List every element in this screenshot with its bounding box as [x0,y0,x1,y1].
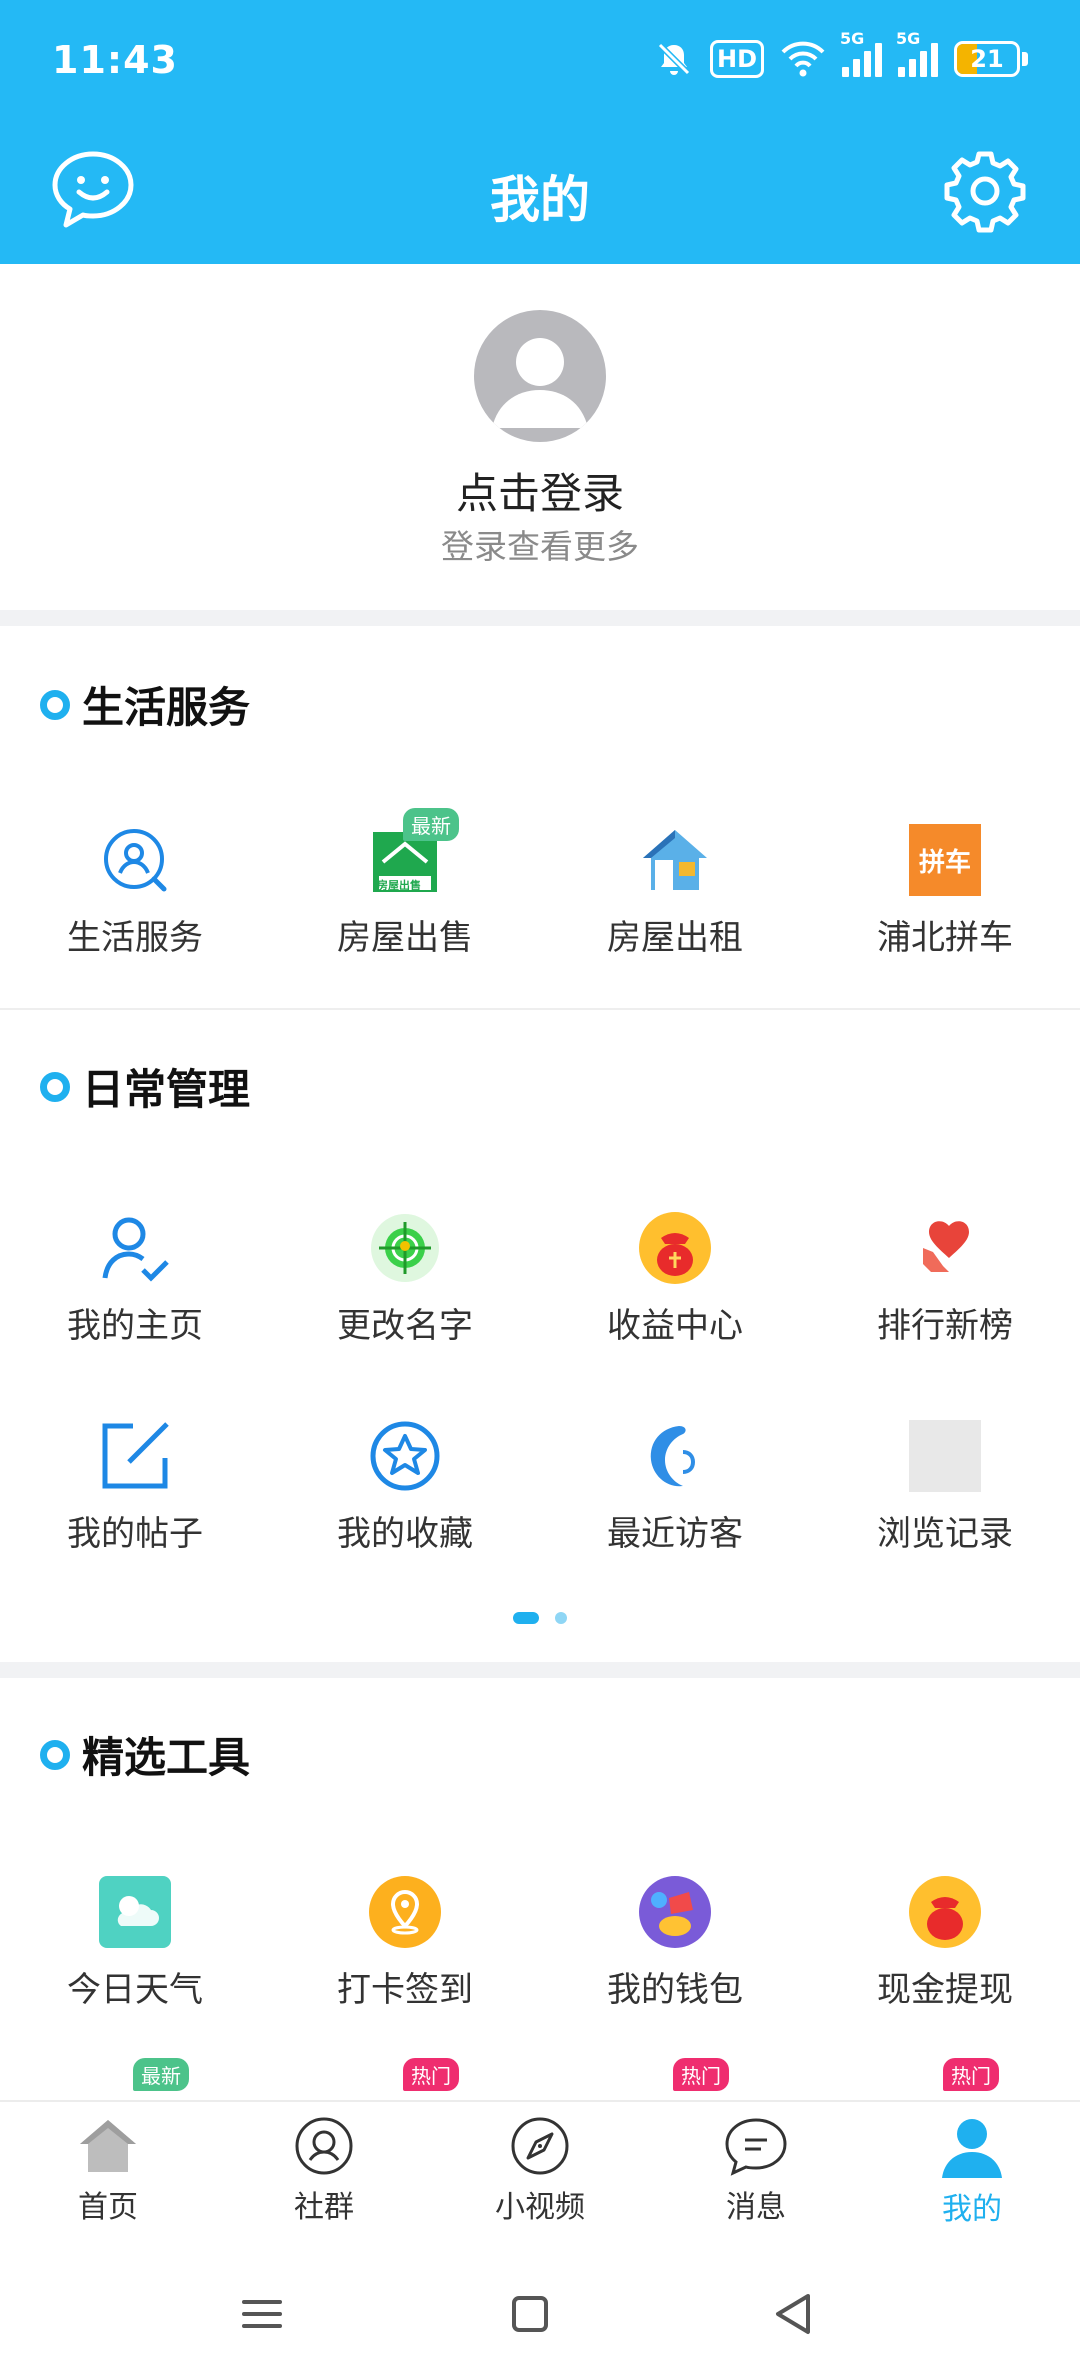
menu-icon[interactable] [232,2284,292,2344]
battery-icon: 21 [954,41,1020,77]
grid-item-change-name[interactable]: 更改名字 [270,1210,540,1347]
grid-item-wallet[interactable]: 我的钱包 [540,1874,810,2011]
login-link[interactable]: 点击登录 [0,460,1080,521]
bottom-nav: 首页 社群 小视频 消息 我的 [0,2100,1080,2248]
system-nav-bar [0,2248,1080,2376]
section-dot-icon [40,1739,70,1770]
grid-item-house-sale[interactable]: 房屋出售 最新 房屋出售 [270,808,540,959]
life-services-section: 生活服务 生活服务 房屋出售 最新 房屋出售 房屋出租 拼车 浦北拼车 [0,626,1080,1008]
target-user-icon [367,1210,443,1286]
carpool-icon: 拼车 [907,822,983,898]
daily-grid-row-2: 我的帖子 我的收藏 最近访客 浏览记录 [0,1418,1080,1555]
section-title: 精选工具 [40,1724,250,1785]
hot-badge: 热门 [943,2058,999,2091]
location-pin-icon [367,1874,443,1950]
grid-item-life-service[interactable]: 生活服务 [0,822,270,959]
signal-1-icon: 5G [840,29,882,77]
page-indicator [0,1612,1080,1624]
grid-item-carpool[interactable]: 拼车 浦北拼车 [810,822,1080,959]
partial-tool-icon: 热门 [367,2058,459,2100]
service-icon [97,822,173,898]
grid-item-check-in[interactable]: 打卡签到 [270,1874,540,2011]
avatar[interactable] [474,310,606,442]
status-icons: HD 5G 5G 21 [654,29,1028,84]
partial-tool-icon: 热门 [907,2058,999,2100]
wallet-icon [637,1874,713,1950]
new-badge: 最新 [403,808,459,841]
hot-badge: 热门 [673,2058,729,2091]
nav-profile[interactable]: 我的 [864,2102,1080,2248]
section-title: 日常管理 [40,1056,250,1117]
new-badge: 最新 [133,2058,189,2091]
grid-item-my-favorites[interactable]: 我的收藏 [270,1418,540,1555]
grid-item-cash-out[interactable]: 现金提现 [810,1874,1080,2011]
house-sale-icon: 房屋出售 最新 [367,808,459,898]
divider [0,1662,1080,1678]
section-title: 生活服务 [40,674,250,735]
hot-badge: 热门 [403,2058,459,2091]
tools-grid-row-2-partial: 最新 热门 热门 热门 [0,2058,1080,2100]
cash-bag-icon [907,1874,983,1950]
money-bag-icon [637,1210,713,1286]
compass-icon [511,2117,569,2175]
community-icon [295,2117,353,2175]
partial-tool-icon: 最新 [97,2058,189,2100]
edit-icon [97,1418,173,1494]
divider [0,610,1080,626]
daily-management-section: 日常管理 我的主页 更改名字 收益中心 排行新榜 我的帖子 我的收藏 最近访客 … [0,1010,1080,1670]
tools-grid: 今日天气 打卡签到 我的钱包 现金提现 [0,1874,1080,2011]
top-bar: 11:43 HD 5G 5G 21 我的 [0,0,1080,264]
grid-item-weather[interactable]: 今日天气 [0,1874,270,2011]
page-dot-active [513,1612,539,1624]
grid-item-my-homepage[interactable]: 我的主页 [0,1210,270,1347]
nav-home[interactable]: 首页 [0,2102,216,2248]
weather-icon [97,1874,173,1950]
profile-icon [942,2119,1002,2178]
nav-community[interactable]: 社群 [216,2102,432,2248]
back-triangle-icon[interactable] [764,2284,824,2344]
grid-item-recent-visitors[interactable]: 最近访客 [540,1418,810,1555]
section-dot-icon [40,1071,70,1102]
grid-item-ranking[interactable]: 排行新榜 [810,1210,1080,1347]
gear-icon[interactable] [940,146,1030,236]
heart-hand-icon [907,1210,983,1286]
home-square-icon[interactable] [500,2284,560,2344]
placeholder-icon [907,1418,983,1494]
grid-item-earnings[interactable]: 收益中心 [540,1210,810,1347]
hd-indicator: HD [709,40,764,78]
visitor-icon [637,1418,713,1494]
signal-2-icon: 5G [896,29,938,77]
default-avatar-icon [492,338,588,428]
login-subtitle: 登录查看更多 [441,527,639,566]
mute-bell-icon [657,42,691,76]
grid-item-my-posts[interactable]: 我的帖子 [0,1418,270,1555]
home-icon [80,2120,136,2172]
status-time: 11:43 [52,38,178,82]
message-icon [725,2118,787,2176]
nav-short-video[interactable]: 小视频 [432,2102,648,2248]
page-dot [555,1612,567,1624]
page-title: 我的 [490,171,590,229]
wifi-icon [781,41,825,77]
section-dot-icon [40,689,70,720]
nav-messages[interactable]: 消息 [648,2102,864,2248]
partial-tool-icon: 热门 [637,2058,729,2100]
grid-item-house-rent[interactable]: 房屋出租 [540,822,810,959]
profile-card[interactable]: 点击登录 登录查看更多 [0,264,1080,610]
status-bar: 11:43 HD 5G 5G 21 [0,0,1080,120]
life-services-grid: 生活服务 房屋出售 最新 房屋出售 房屋出租 拼车 浦北拼车 [0,808,1080,959]
star-icon [367,1418,443,1494]
tools-section: 精选工具 今日天气 打卡签到 我的钱包 现金提现 最新 热门 热门 热门 [0,1678,1080,2100]
user-check-icon [97,1210,173,1286]
house-rent-icon [637,822,713,898]
grid-item-browse-history[interactable]: 浏览记录 [810,1418,1080,1555]
daily-grid-row-1: 我的主页 更改名字 收益中心 排行新榜 [0,1210,1080,1347]
